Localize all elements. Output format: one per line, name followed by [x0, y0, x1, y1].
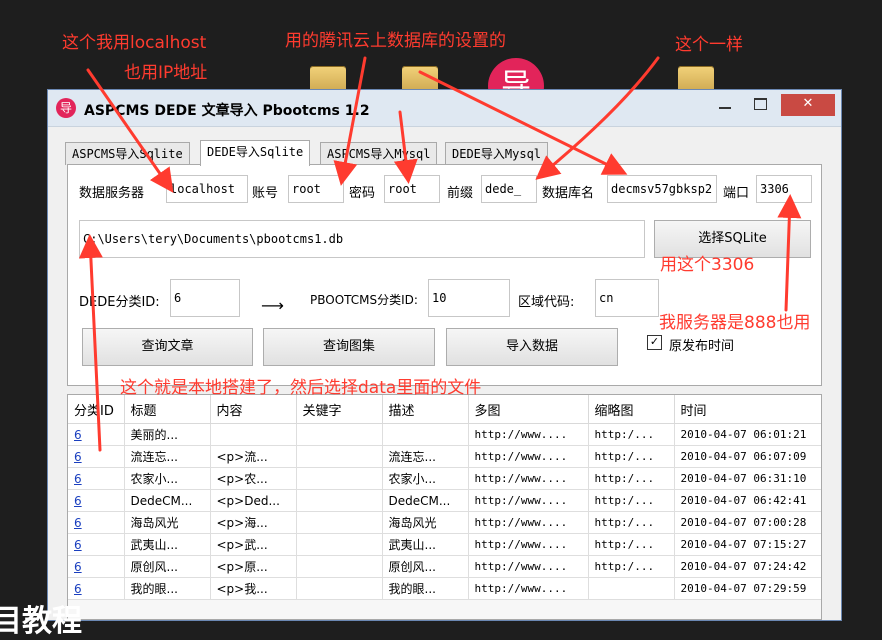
- annotation-localhost: 这个我用localhost: [62, 33, 207, 53]
- annotation-arrow: [333, 56, 367, 186]
- annotation-local: 这个就是本地搭建了，然后选择data里面的文件: [120, 378, 482, 398]
- annotation-arrow: [78, 234, 103, 452]
- annotation-arrow: [535, 56, 660, 180]
- annotation-server-port: 我服务器是888也用: [659, 313, 811, 333]
- annotation-arrow: [393, 110, 418, 184]
- annotation-port: 用这个3306: [660, 255, 755, 275]
- annotation-arrow: [777, 194, 802, 312]
- annotation-arrow: [418, 70, 628, 175]
- overlay-caption: 目教程: [0, 604, 82, 639]
- annotation-cloud: 用的腾讯云上数据库的设置的: [285, 31, 506, 51]
- annotation-same: 这个一样: [675, 35, 743, 55]
- annotation-ip: 也用IP地址: [124, 63, 208, 83]
- annotation-arrow: [86, 68, 174, 193]
